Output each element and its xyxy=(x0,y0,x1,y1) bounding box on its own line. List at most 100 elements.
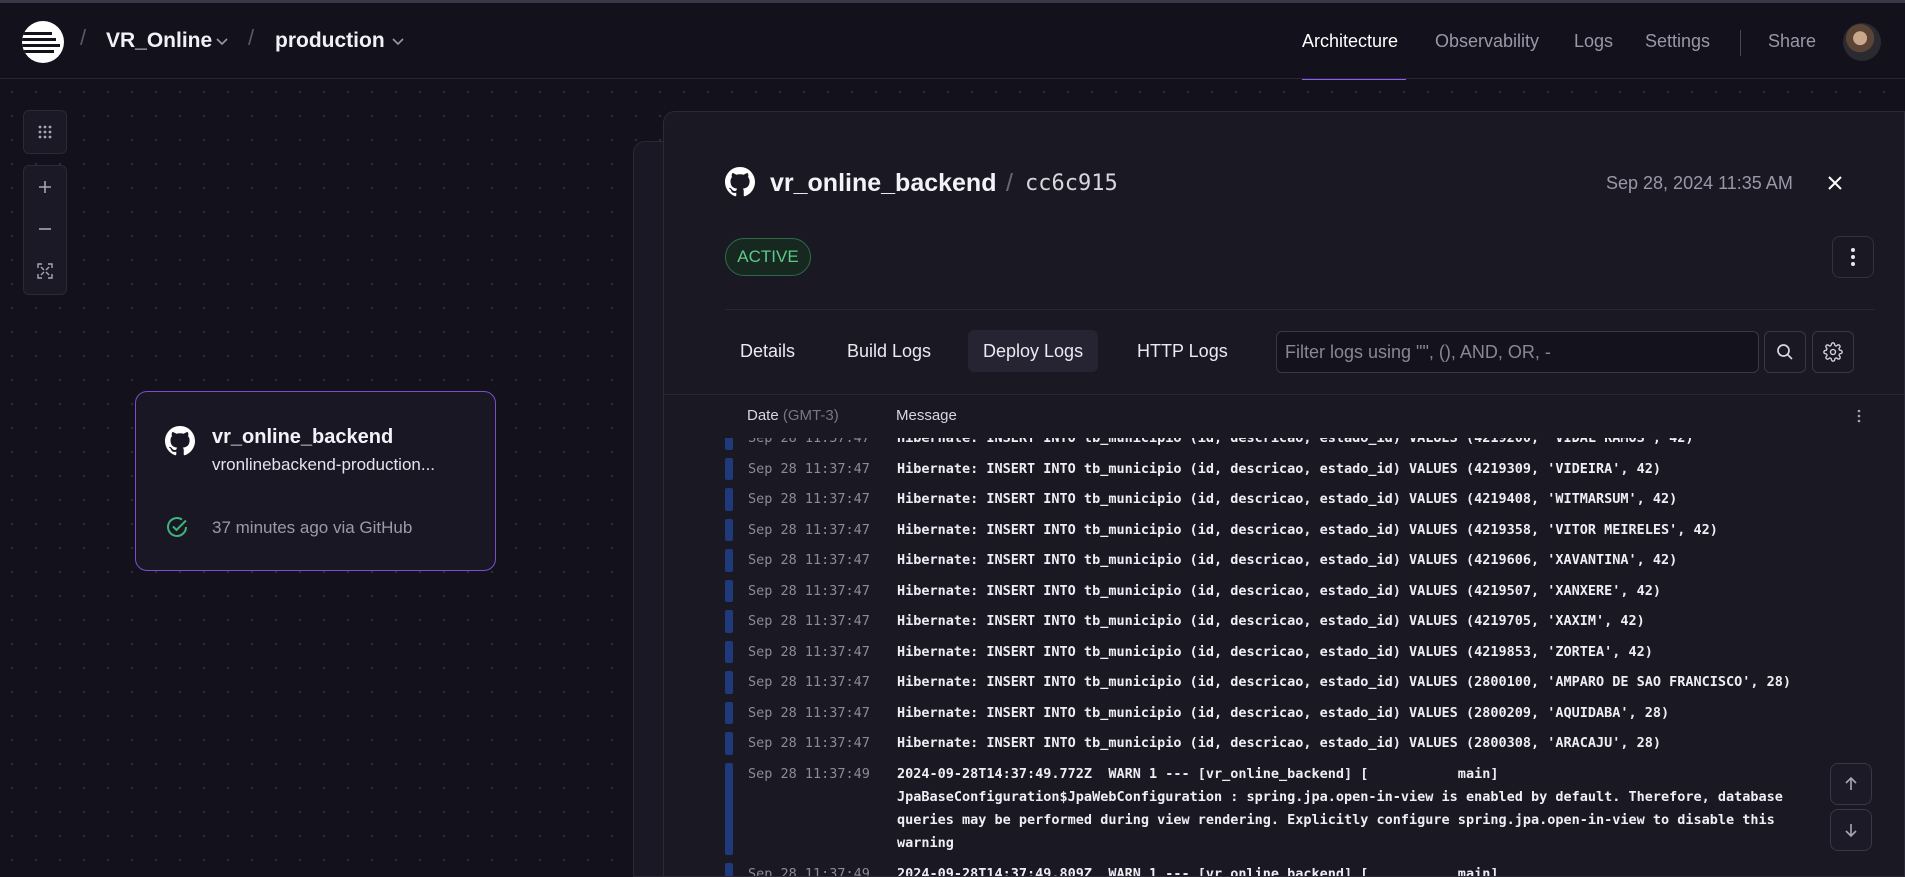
column-options-icon[interactable] xyxy=(1857,409,1861,423)
service-domain[interactable]: vronlinebackend-production... xyxy=(212,455,435,475)
log-message: 2024-09-28T14:37:49.809Z WARN 1 --- [vr_… xyxy=(897,865,1499,877)
log-row[interactable]: Sep 28 11:37:47 Hibernate: INSERT INTO tb… xyxy=(664,488,1904,519)
log-date: Sep 28 11:37:47 xyxy=(748,491,870,507)
zoom-out-icon[interactable] xyxy=(24,208,66,250)
log-message: Hibernate: INSERT INTO tb_municipio (id,… xyxy=(897,521,1718,538)
environment-name[interactable]: production xyxy=(275,29,385,53)
log-level-indicator xyxy=(725,579,733,602)
log-level-indicator xyxy=(725,671,733,694)
log-row[interactable]: Sep 28 11:37:47 Hibernate: INSERT INTO tb… xyxy=(664,640,1904,672)
nav-logs[interactable]: Logs xyxy=(1574,31,1613,52)
log-date: Sep 28 11:37:47 xyxy=(748,552,870,568)
tab-http-logs[interactable]: HTTP Logs xyxy=(1122,330,1243,372)
log-date: Sep 28 11:37:49 xyxy=(748,865,870,877)
tab-deploy-logs[interactable]: Deploy Logs xyxy=(968,330,1099,372)
log-row[interactable]: Sep 28 11:37:49 2024-09-28T14:37:49.772Z … xyxy=(664,762,1904,863)
log-settings-button[interactable] xyxy=(1812,331,1854,373)
chevron-down-icon[interactable] xyxy=(215,34,229,48)
log-message: Hibernate: INSERT INTO tb_municipio (id,… xyxy=(897,460,1662,477)
deployment-panel: vr_online_backend / cc6c915 Sep 28, 2024… xyxy=(663,111,1905,877)
commit-hash[interactable]: cc6c915 xyxy=(1025,171,1118,196)
log-level-indicator xyxy=(725,640,733,663)
log-row[interactable]: Sep 28 11:37:47 Hibernate: INSERT INTO tb… xyxy=(664,732,1904,763)
log-message: Hibernate: INSERT INTO tb_municipio (id,… xyxy=(897,735,1662,751)
chevron-down-icon[interactable] xyxy=(391,34,405,48)
log-level-indicator xyxy=(725,701,733,724)
title-separator: / xyxy=(1006,169,1013,197)
log-message: Hibernate: INSERT INTO tb_municipio (id,… xyxy=(897,674,1792,690)
message-column-header: Message xyxy=(896,407,957,424)
log-row[interactable]: Sep 28 11:37:47 Hibernate: INSERT INTO tb… xyxy=(664,518,1904,550)
gear-icon xyxy=(1823,342,1843,362)
log-level-indicator xyxy=(725,610,733,633)
log-row[interactable]: Sep 28 11:37:47 Hibernate: INSERT INTO tb… xyxy=(664,610,1904,641)
github-icon xyxy=(165,426,195,456)
log-row[interactable]: Sep 28 11:37:47 Hibernate: INSERT INTO tb… xyxy=(664,701,1904,733)
project-name[interactable]: VR_Online xyxy=(106,29,212,53)
log-date: Sep 28 11:37:47 xyxy=(748,613,870,629)
log-message: Hibernate: INSERT INTO tb_municipio (id,… xyxy=(897,582,1662,599)
check-circle-icon xyxy=(167,517,187,537)
log-row[interactable]: Sep 28 11:37:47 Hibernate: INSERT INTO tb… xyxy=(664,457,1904,489)
log-message: Hibernate: INSERT INTO tb_municipio (id,… xyxy=(897,438,1694,446)
more-options-button[interactable] xyxy=(1832,236,1874,278)
log-level-indicator xyxy=(725,438,733,450)
log-level-indicator xyxy=(725,732,733,755)
nav-settings[interactable]: Settings xyxy=(1645,31,1710,52)
railway-logo-icon[interactable] xyxy=(22,21,64,63)
share-button[interactable]: Share xyxy=(1768,31,1816,52)
top-bar: / VR_Online / production Architecture Ob… xyxy=(0,0,1905,81)
panel-service-name[interactable]: vr_online_backend xyxy=(770,169,996,198)
log-row[interactable]: Sep 28 11:37:49 2024-09-28T14:37:49.809Z … xyxy=(664,862,1904,877)
log-date: Sep 28 11:37:47 xyxy=(748,521,870,538)
log-filter-input[interactable]: Filter logs using "", (), AND, OR, - xyxy=(1276,331,1759,373)
log-date: Sep 28 11:37:47 xyxy=(748,704,870,721)
log-level-indicator xyxy=(725,457,733,480)
section-divider xyxy=(725,309,1875,310)
avatar[interactable] xyxy=(1843,23,1881,61)
log-level-indicator xyxy=(725,862,733,876)
log-date: Sep 28 11:37:47 xyxy=(748,582,870,599)
log-list[interactable]: Sep 28 11:37:47 Hibernate: INSERT INTO tb… xyxy=(664,438,1904,877)
log-level-indicator xyxy=(725,488,733,511)
log-level-indicator xyxy=(725,518,733,541)
github-icon xyxy=(725,167,755,197)
log-message: Hibernate: INSERT INTO tb_municipio (id,… xyxy=(897,613,1645,629)
fit-view-icon[interactable] xyxy=(24,250,66,292)
log-message: Hibernate: INSERT INTO tb_municipio (id,… xyxy=(897,491,1678,507)
service-name: vr_online_backend xyxy=(212,426,394,448)
log-row[interactable]: Sep 28 11:37:47 Hibernate: INSERT INTO tb… xyxy=(664,671,1904,702)
tab-details[interactable]: Details xyxy=(725,330,810,372)
service-card[interactable]: vr_online_backend vronlinebackend-produc… xyxy=(135,391,496,571)
canvas-grid-control xyxy=(23,110,67,154)
arrow-up-icon xyxy=(1845,776,1857,790)
log-level-indicator xyxy=(725,762,733,855)
log-date: Sep 28 11:37:47 xyxy=(748,674,870,690)
kebab-menu-icon xyxy=(1851,248,1855,266)
nav-observability[interactable]: Observability xyxy=(1435,31,1539,52)
scroll-top-button[interactable] xyxy=(1830,763,1872,805)
grid-dots-icon[interactable] xyxy=(24,111,66,153)
zoom-controls xyxy=(23,165,67,295)
search-button[interactable] xyxy=(1764,331,1806,373)
tab-build-logs[interactable]: Build Logs xyxy=(832,330,946,372)
status-badge: ACTIVE xyxy=(725,238,811,276)
breadcrumb-separator: / xyxy=(80,25,87,50)
log-message: Hibernate: INSERT INTO tb_municipio (id,… xyxy=(897,552,1678,568)
deploy-status-text: 37 minutes ago via GitHub xyxy=(212,518,413,537)
log-message: 2024-09-28T14:37:49.772Z WARN 1 --- [vr_… xyxy=(897,765,1783,851)
nav-architecture[interactable]: Architecture xyxy=(1302,31,1398,52)
log-row[interactable]: Sep 28 11:37:47 Hibernate: INSERT INTO tb… xyxy=(664,579,1904,611)
scroll-bottom-button[interactable] xyxy=(1830,809,1872,851)
log-row[interactable]: Sep 28 11:37:47 Hibernate: INSERT INTO tb… xyxy=(664,438,1904,458)
breadcrumb-separator: / xyxy=(248,25,255,50)
deploy-timestamp: Sep 28, 2024 11:35 AM xyxy=(1606,173,1793,193)
close-icon[interactable] xyxy=(1826,174,1844,192)
log-date: Sep 28 11:37:49 xyxy=(748,765,870,782)
log-date: Sep 28 11:37:47 xyxy=(748,735,870,751)
log-level-indicator xyxy=(725,549,733,572)
log-row[interactable]: Sep 28 11:37:47 Hibernate: INSERT INTO tb… xyxy=(664,549,1904,580)
log-date: Sep 28 11:37:47 xyxy=(748,643,870,660)
arrow-down-icon xyxy=(1845,824,1857,838)
zoom-in-icon[interactable] xyxy=(24,166,66,208)
